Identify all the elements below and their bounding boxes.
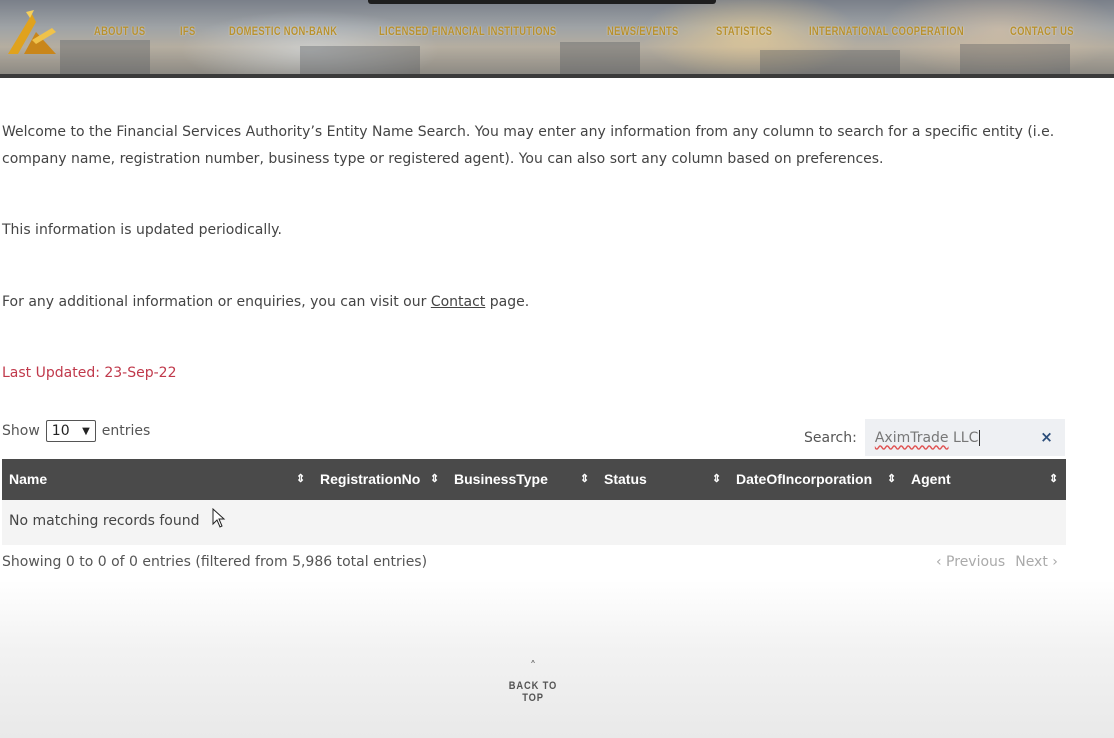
sort-icon[interactable]: ⇕ — [712, 459, 721, 500]
nav-international-cooperation[interactable]: INTERNATIONAL COOPERATION — [809, 24, 964, 38]
intro-line-1: Welcome to the Financial Services Author… — [2, 124, 1055, 140]
table-info: Showing 0 to 0 of 0 entries (filtered fr… — [2, 554, 428, 570]
entries-select-value: 10 — [51, 423, 70, 439]
chevron-up-icon: ˄ — [530, 659, 536, 673]
intro-line-2: company name, registration number, busin… — [2, 151, 884, 167]
back-to-top-label: BACK TO TOP — [508, 680, 558, 704]
search-input-value: AximTrade LLC — [874, 429, 981, 446]
column-header-status[interactable]: Status — [604, 459, 647, 500]
nav-statistics[interactable]: STATISTICS — [716, 24, 772, 38]
sort-icon[interactable]: ⇕ — [430, 459, 439, 500]
text-caret — [979, 429, 981, 446]
search-value-word: AximTrade — [874, 429, 949, 446]
nav-ifs[interactable]: IFS — [180, 24, 196, 38]
nav-about-us[interactable]: ABOUT US — [94, 24, 145, 38]
column-header-agent[interactable]: Agent — [911, 459, 951, 500]
search-input[interactable]: AximTrade LLC × — [864, 419, 1065, 456]
chevron-down-icon: ▼ — [82, 425, 90, 437]
entries-label: entries — [101, 423, 151, 439]
table-body: No matching records found — [2, 500, 1066, 545]
back-to-top-button[interactable]: ˄ BACK TO TOP — [497, 660, 569, 704]
sort-icon[interactable]: ⇕ — [296, 459, 305, 500]
column-header-name[interactable]: Name — [9, 459, 47, 500]
show-label: Show — [2, 423, 40, 439]
nav-contact-us[interactable]: CONTACT US — [1010, 24, 1074, 38]
updated-note: This information is updated periodically… — [2, 222, 282, 238]
next-page-button[interactable]: Next › — [1015, 554, 1058, 570]
enquiries-prefix: For any additional information or enquir… — [2, 294, 431, 310]
column-header-date-of-incorporation[interactable]: DateOfIncorporation — [736, 459, 872, 500]
entries-length-control: Show 10 ▼ entries — [2, 420, 150, 442]
nav-domestic-non-bank[interactable]: DOMESTIC NON-BANK — [229, 24, 337, 38]
header-overlay — [0, 0, 1114, 78]
site-header — [0, 0, 1114, 78]
search-label: Search: — [804, 429, 857, 446]
last-updated: Last Updated: 23-Sep-22 — [2, 365, 177, 381]
entries-select[interactable]: 10 ▼ — [45, 420, 96, 442]
enquiries-text: For any additional information or enquir… — [2, 289, 529, 316]
entity-table: Name ⇕ RegistrationNo ⇕ BusinessType ⇕ S… — [2, 459, 1066, 545]
enquiries-suffix: page. — [485, 294, 530, 310]
sort-icon[interactable]: ⇕ — [580, 459, 589, 500]
header-divider — [0, 74, 1114, 78]
page-footer-area — [0, 580, 1114, 738]
sort-icon[interactable]: ⇕ — [1049, 459, 1058, 500]
table-header-row: Name ⇕ RegistrationNo ⇕ BusinessType ⇕ S… — [2, 459, 1066, 500]
previous-page-button[interactable]: ‹ Previous — [936, 554, 1005, 570]
empty-table-message: No matching records found — [9, 513, 200, 529]
column-header-business-type[interactable]: BusinessType — [454, 459, 548, 500]
search-value-word: LLC — [948, 429, 979, 446]
nav-news-events[interactable]: NEWS/EVENTS — [607, 24, 679, 38]
mouse-pointer-icon — [212, 508, 226, 528]
sort-icon[interactable]: ⇕ — [887, 459, 896, 500]
contact-link[interactable]: Contact — [431, 294, 485, 310]
browser-top-tab — [368, 0, 716, 4]
fsa-logo-icon[interactable] — [6, 10, 58, 56]
nav-licensed-financial-institutions[interactable]: LICENSED FINANCIAL INSTITUTIONS — [379, 24, 556, 38]
column-header-registration-no[interactable]: RegistrationNo — [320, 459, 420, 500]
clear-search-icon[interactable]: × — [1040, 428, 1053, 446]
pagination: ‹ Previous Next › — [936, 554, 1058, 570]
table-search: Search: AximTrade LLC × — [804, 419, 1065, 456]
